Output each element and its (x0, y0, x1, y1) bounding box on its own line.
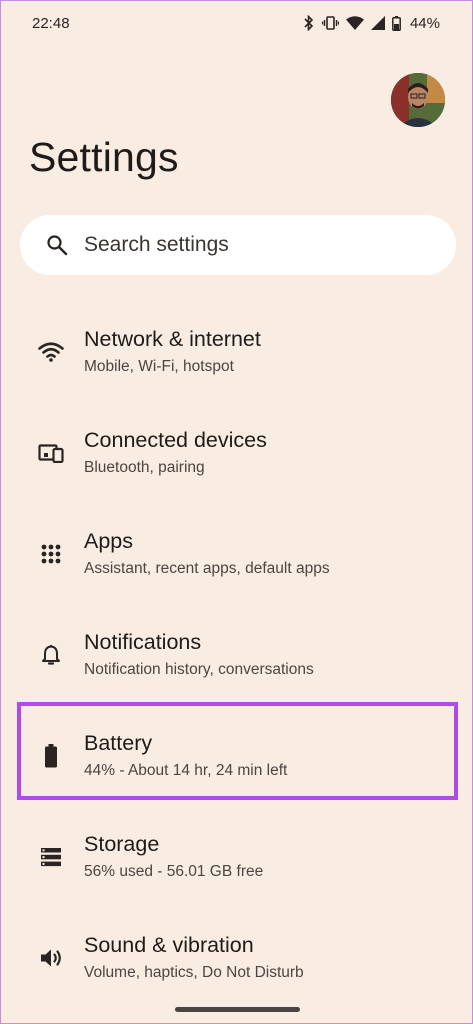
status-time: 22:48 (32, 14, 70, 32)
settings-item-subtitle: Assistant, recent apps, default apps (84, 560, 330, 577)
settings-item-sound[interactable]: Sound & vibration Volume, haptics, Do No… (1, 907, 472, 1008)
settings-list: Network & internet Mobile, Wi-Fi, hotspo… (1, 301, 472, 1008)
settings-item-title: Battery (84, 731, 153, 755)
settings-item-subtitle: Notification history, conversations (84, 661, 314, 678)
settings-item-title: Connected devices (84, 428, 267, 452)
status-icons: 44% (303, 15, 440, 32)
battery-icon (37, 742, 65, 770)
apps-grid-icon (37, 540, 65, 568)
vibrate-icon (321, 16, 339, 30)
settings-item-notifications[interactable]: Notifications Notification history, conv… (1, 604, 472, 705)
settings-item-title: Sound & vibration (84, 933, 254, 957)
wifi-icon (345, 16, 364, 30)
battery-percent: 44% (409, 14, 440, 32)
search-input[interactable] (84, 233, 404, 257)
account-avatar[interactable] (391, 73, 445, 127)
settings-item-apps[interactable]: Apps Assistant, recent apps, default app… (1, 503, 472, 604)
bell-icon (37, 641, 65, 669)
settings-item-subtitle: 56% used - 56.01 GB free (84, 863, 264, 880)
page-title: Settings (29, 134, 179, 180)
wifi-icon (37, 338, 65, 366)
settings-item-subtitle: 44% - About 14 hr, 24 min left (84, 762, 288, 779)
settings-item-network[interactable]: Network & internet Mobile, Wi-Fi, hotspo… (1, 301, 472, 402)
search-icon (46, 234, 68, 256)
settings-item-subtitle: Volume, haptics, Do Not Disturb (84, 964, 304, 981)
settings-item-title: Apps (84, 529, 134, 553)
settings-screen: 22:48 44% Settings Search settings Netwo… (0, 0, 473, 1024)
status-bar: 22:48 44% (1, 1, 472, 45)
devices-icon (37, 439, 65, 467)
battery-icon (392, 15, 401, 31)
storage-icon (37, 843, 65, 871)
speaker-icon (37, 944, 65, 972)
signal-icon (370, 16, 385, 30)
search-bar[interactable] (20, 215, 456, 275)
settings-item-title: Notifications (84, 630, 202, 654)
settings-item-connected-devices[interactable]: Connected devices Bluetooth, pairing (1, 402, 472, 503)
settings-item-title: Network & internet (84, 327, 261, 351)
settings-item-battery[interactable]: Battery 44% - About 14 hr, 24 min left (1, 705, 472, 806)
home-indicator[interactable] (175, 1007, 300, 1012)
settings-item-title: Storage (84, 832, 160, 856)
bluetooth-icon (303, 15, 315, 31)
settings-item-storage[interactable]: Storage 56% used - 56.01 GB free (1, 806, 472, 907)
settings-item-subtitle: Bluetooth, pairing (84, 459, 205, 476)
settings-item-subtitle: Mobile, Wi-Fi, hotspot (84, 358, 234, 375)
